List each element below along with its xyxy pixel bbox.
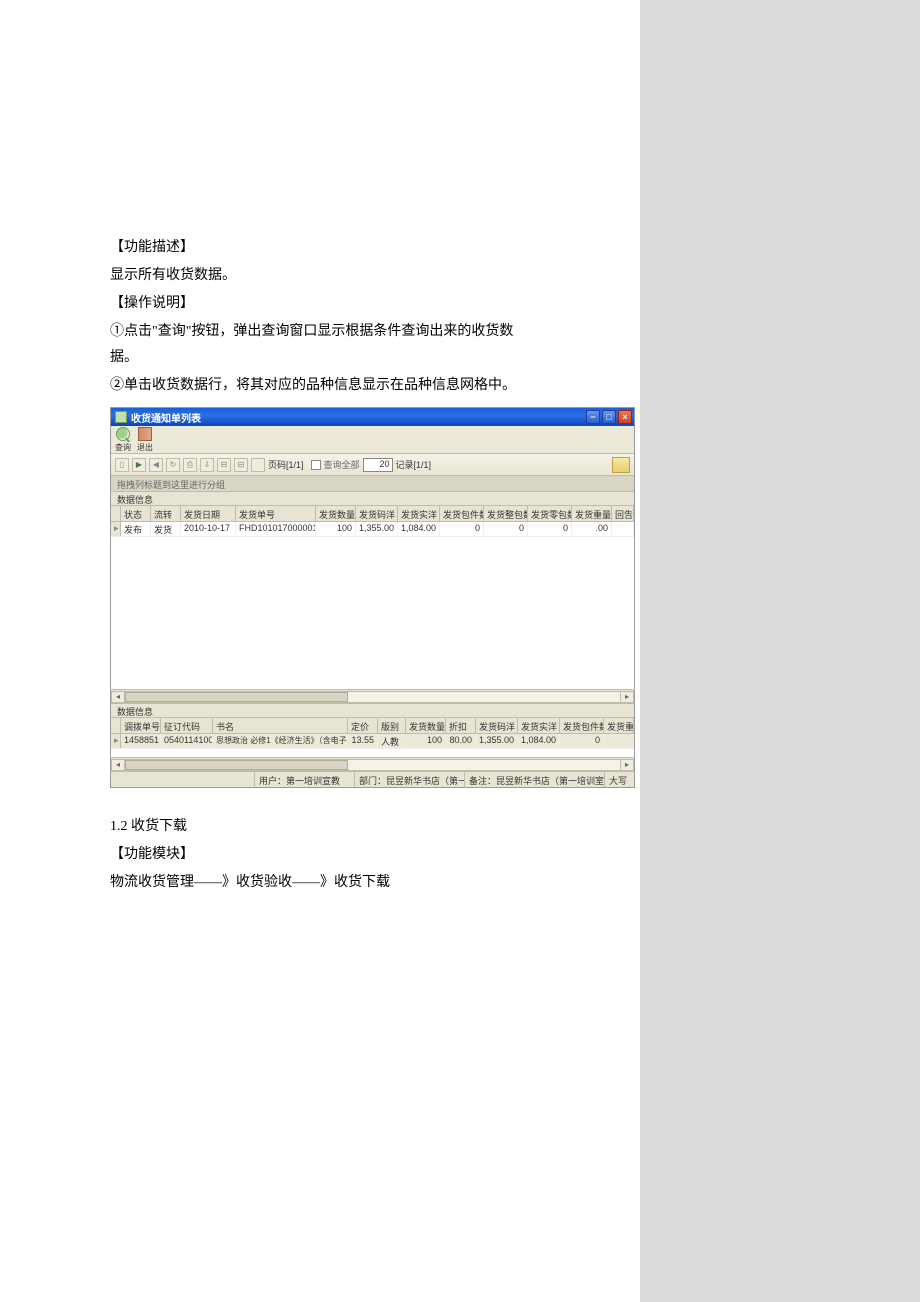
nav-first[interactable]: ▯: [115, 458, 129, 472]
text-module-path: 物流收货管理——》收货验收——》收货下载: [110, 870, 530, 896]
col-amt2b[interactable]: 发货实洋: [518, 718, 560, 733]
nav-sep2: ⊟: [234, 458, 248, 472]
status-dept: 部门：昆昱新华书店（第一: [354, 772, 464, 787]
scroll-left-icon[interactable]: ◂: [111, 691, 125, 703]
exit-button[interactable]: 退出: [137, 427, 153, 453]
col-docno[interactable]: 发货单号: [236, 506, 316, 521]
lower-grid-header: 调拨单号 征订代码 书名 定价 版别 发货数量 折扣 发货码洋 发货实洋 发货包…: [111, 718, 634, 734]
page-indicator: 页码[1/1]: [268, 458, 304, 471]
nav-sep3: [251, 458, 265, 472]
scroll-right-icon[interactable]: ▸: [620, 691, 634, 703]
heading-12: 1.2 收货下载: [110, 814, 530, 840]
nav-refresh[interactable]: ↻: [166, 458, 180, 472]
col-pub[interactable]: 版别: [378, 718, 406, 733]
col-transfer[interactable]: 调拨单号: [121, 718, 161, 733]
scroll-right-icon[interactable]: ▸: [620, 759, 634, 771]
status-remark: 备注：昆昱新华书店（第一培训室: [464, 772, 604, 787]
upper-grid-header: 状态 流转 发货日期 发货单号 发货数量 发货码洋 发货实洋 发货包件数 发货整…: [111, 506, 634, 522]
status-user: 用户：第一培训宣教: [254, 772, 354, 787]
settings-icon[interactable]: [612, 457, 630, 473]
record-indicator: 记录[1/1]: [396, 458, 432, 471]
col-amt1[interactable]: 发货码洋: [356, 506, 398, 521]
scroll-left-icon[interactable]: ◂: [111, 759, 125, 771]
app-window: 收货通知单列表 − □ × 查询 退出 ▯ ▶ ◀ ↻ ⎙ ⇩ ⊟: [110, 407, 635, 788]
col-qty2[interactable]: 发货数量: [406, 718, 446, 733]
app-icon: [115, 411, 127, 423]
col-bookname[interactable]: 书名: [213, 718, 348, 733]
col-pkg1[interactable]: 发货包件数: [440, 506, 484, 521]
col-pkg2[interactable]: 发货整包数: [484, 506, 528, 521]
scroll-thumb[interactable]: [125, 692, 348, 702]
status-bar: 用户：第一培训宣教 部门：昆昱新华书店（第一 备注：昆昱新华书店（第一培训室 大…: [111, 771, 634, 787]
scroll-thumb[interactable]: [125, 760, 348, 770]
col-qty[interactable]: 发货数量: [316, 506, 356, 521]
search-icon: [116, 427, 130, 441]
group-by-bar[interactable]: 拖拽列标题到这里进行分组: [111, 476, 634, 492]
search-button[interactable]: 查询: [115, 427, 131, 453]
nav-prev-play[interactable]: ▶: [132, 458, 146, 472]
page-size-input[interactable]: 20: [363, 458, 393, 472]
maximize-button[interactable]: □: [602, 410, 616, 424]
nav-prev[interactable]: ◀: [149, 458, 163, 472]
upper-hscrollbar[interactable]: ◂ ▸: [111, 689, 634, 703]
main-toolbar: 查询 退出: [111, 426, 634, 454]
table-row[interactable]: ▸ 发布 发货 2010-10-17 FHD1010170000013 100 …: [111, 522, 634, 537]
window-title: 收货通知单列表: [131, 410, 586, 425]
col-code[interactable]: 征订代码: [161, 718, 213, 733]
col-disc[interactable]: 折扣: [446, 718, 476, 733]
nav-toolbar: ▯ ▶ ◀ ↻ ⎙ ⇩ ⊟ ⊟ 页码[1/1] 查询全部 20 记录[1/1]: [111, 454, 634, 476]
upper-grid-body: ▸ 发布 发货 2010-10-17 FHD1010170000013 100 …: [111, 522, 634, 689]
nav-print[interactable]: ⎙: [183, 458, 197, 472]
exit-icon: [138, 427, 152, 441]
nav-sep1: ⊟: [217, 458, 231, 472]
query-all-label: 查询全部: [324, 458, 360, 471]
search-label: 查询: [115, 442, 131, 453]
status-caps: 大写: [604, 772, 634, 787]
titlebar: 收货通知单列表 − □ ×: [111, 408, 634, 426]
exit-label: 退出: [137, 442, 153, 453]
col-flow[interactable]: 流转: [151, 506, 181, 521]
col-pkg3[interactable]: 发货零包数: [528, 506, 572, 521]
lower-grid-label: 数据信息: [111, 704, 634, 718]
text-func-desc: 显示所有收货数据。: [110, 263, 530, 289]
query-all-checkbox[interactable]: [311, 460, 321, 470]
col-pkgb[interactable]: 发货包件数: [560, 718, 604, 733]
col-wtb[interactable]: 发货重: [604, 718, 634, 733]
heading-op-desc: 【操作说明】: [110, 291, 530, 317]
upper-grid-label: 数据信息: [111, 492, 634, 506]
col-wt[interactable]: 发货重量: [572, 506, 612, 521]
close-button[interactable]: ×: [618, 410, 632, 424]
table-row[interactable]: ▸ 1458851 0540114100 思想政治 必修1《经济生活》（含电子教…: [111, 734, 634, 749]
text-step2: ②单击收货数据行，将其对应的品种信息显示在品种信息网格中。: [110, 373, 530, 399]
heading-module: 【功能模块】: [110, 842, 530, 868]
col-price[interactable]: 定价: [348, 718, 378, 733]
col-amt1b[interactable]: 发货码洋: [476, 718, 518, 733]
heading-func-desc: 【功能描述】: [110, 235, 530, 261]
col-amt2[interactable]: 发货实洋: [398, 506, 440, 521]
col-reply[interactable]: 回告: [612, 506, 634, 521]
nav-export[interactable]: ⇩: [200, 458, 214, 472]
col-date[interactable]: 发货日期: [181, 506, 236, 521]
col-status[interactable]: 状态: [121, 506, 151, 521]
minimize-button[interactable]: −: [586, 410, 600, 424]
text-step1: ①点击"查询"按钮，弹出查询窗口显示根据条件查询出来的收货数据。: [110, 319, 530, 371]
lower-hscrollbar[interactable]: ◂ ▸: [111, 757, 634, 771]
